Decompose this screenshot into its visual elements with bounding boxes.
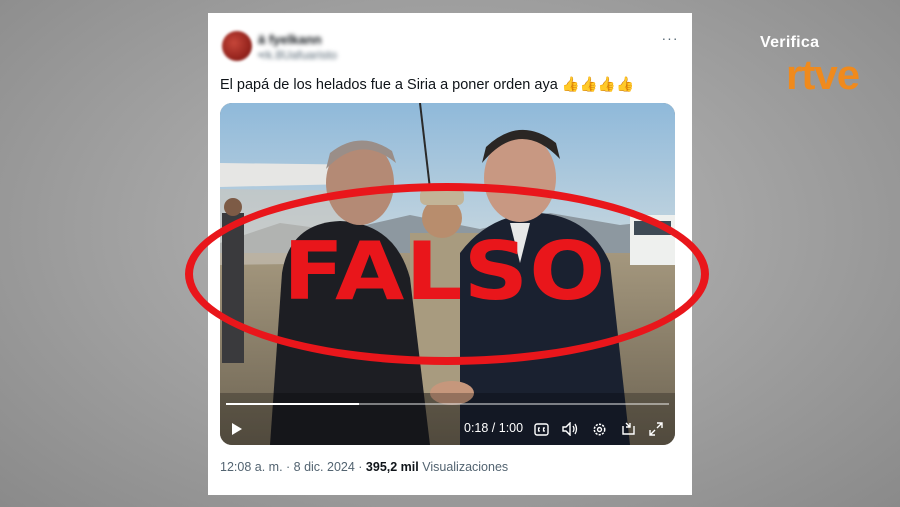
tweet-text: El papá de los helados fue a Siria a pon… [220, 77, 635, 93]
rtve-logo: rtve [786, 51, 860, 98]
volume-icon[interactable] [561, 421, 579, 437]
user-handle[interactable]: •rk.8Uafuaristo [258, 48, 337, 62]
tweet-timestamp[interactable]: 12:08 a. m. · 8 dic. 2024 · [220, 460, 366, 474]
user-name[interactable]: ä fyelkann [258, 32, 322, 47]
more-options-button[interactable]: ··· [660, 31, 680, 45]
video-controls: 0:18 / 1:00 [220, 415, 675, 445]
falso-stamp-label: FALSO [282, 225, 607, 318]
play-icon[interactable] [230, 421, 244, 437]
picture-in-picture-icon[interactable] [620, 421, 636, 437]
video-progress-fill [226, 403, 359, 405]
tweet-meta: 12:08 a. m. · 8 dic. 2024 · 395,2 mil Vi… [220, 460, 508, 474]
views-label: Visualizaciones [418, 460, 509, 474]
video-progress-bar[interactable] [226, 403, 669, 405]
fullscreen-icon[interactable] [648, 421, 664, 437]
captions-icon[interactable] [533, 421, 549, 437]
video-time: 0:18 / 1:00 [464, 421, 524, 435]
avatar[interactable] [222, 31, 252, 61]
settings-icon[interactable] [591, 421, 607, 437]
views-count: 395,2 mil [365, 460, 419, 474]
